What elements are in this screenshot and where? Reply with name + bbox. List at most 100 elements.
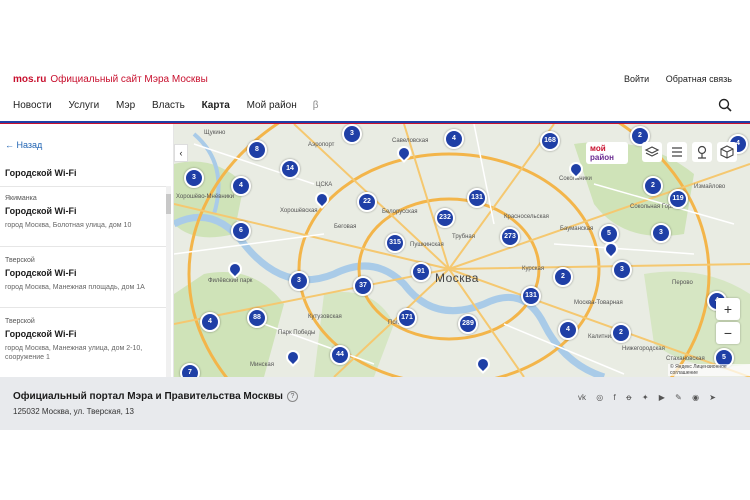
nav-my-district-label: Мой район [246,100,297,111]
footer: Официальный портал Мэра и Правительства … [0,377,750,430]
header: mos.ru Официальный сайт Мэра Москвы Войти… [0,0,750,124]
map-cluster[interactable]: 131 [521,286,541,306]
list-filter-button[interactable] [667,142,687,162]
map-label: Хорошёвская [280,208,318,214]
help-icon[interactable]: ? [286,391,298,402]
map-cluster[interactable]: 88 [247,308,267,328]
item-address: город Москва, Манежная улица, дом 2-10, … [5,345,143,361]
map-cluster[interactable]: 22 [357,192,377,212]
map-label: Красносельская [504,214,549,220]
nav-my-district[interactable]: Мой район β [247,100,333,111]
brand-text[interactable]: Официальный сайт Мэра Москвы [50,74,207,85]
map-cluster[interactable]: 7 [180,363,200,377]
back-link[interactable]: ← Назад [5,140,42,150]
item-name: Городской Wi-Fi [5,268,77,278]
rss-icon[interactable]: ◉ [692,393,699,402]
map-cluster[interactable]: 2 [611,323,631,343]
city-label: Москва [435,271,479,285]
main-nav: Новости Услуги Мэр Власть Карта Мой райо… [13,100,347,111]
map-cluster[interactable]: 37 [353,276,373,296]
map-label: Аэропорт [308,142,335,148]
map-cluster[interactable]: 3 [289,271,309,291]
list-item[interactable]: Якиманка Городской Wi-Fi город Москва, Б… [5,195,163,230]
social-links: vk ◎ f ꝋ ✦ ▶ ✎ ◉ ➤ [570,393,716,402]
nav-news[interactable]: Новости [13,100,52,111]
map-cluster[interactable]: 6 [231,221,251,241]
item-district: Тверской [5,318,35,325]
map-cluster[interactable]: 2 [553,267,573,287]
map-cluster[interactable]: 3 [184,168,204,188]
map-cluster[interactable]: 315 [385,233,405,253]
scrollbar-thumb[interactable] [166,194,171,214]
map-cluster[interactable]: 8 [247,140,267,160]
map-label: Измайлово [694,184,726,190]
livejournal-icon[interactable]: ✎ [675,393,682,402]
divider [0,246,168,247]
telegram-icon[interactable]: ➤ [709,393,716,402]
feedback-link[interactable]: Обратная связь [666,74,732,84]
map-copyright: © Яндекс Лицензионное соглашение [668,364,750,376]
scrollbar-track[interactable] [166,186,171,377]
map-label: Стахановская [666,356,705,362]
moi-raion-logo[interactable]: мой район [586,142,628,164]
search-icon[interactable] [718,98,732,112]
layers-button[interactable] [642,142,662,162]
nav-government[interactable]: Власть [152,100,185,111]
map-cluster[interactable]: 4 [558,320,578,340]
divider [0,186,168,187]
map-label: ЦСКА [316,182,333,188]
map-cluster[interactable]: 3 [342,124,362,144]
nav-mayor[interactable]: Мэр [116,100,135,111]
item-district: Тверской [5,257,35,264]
map-cluster[interactable]: 168 [540,131,560,151]
site-brand[interactable]: mos.ru Официальный сайт Мэра Москвы [13,74,208,85]
item-name: Городской Wi-Fi [5,329,77,339]
map-cluster[interactable]: 232 [435,208,455,228]
collapse-panel-button[interactable]: ‹ [174,144,188,162]
map-cluster[interactable]: 44 [330,345,350,365]
nav-map[interactable]: Карта [202,100,230,111]
top-links: Войти Обратная связь [610,74,732,84]
list-item[interactable]: Тверской Городской Wi-Fi город Москва, М… [5,257,163,292]
youtube-icon[interactable]: ▶ [659,393,665,402]
map-cluster[interactable]: 289 [458,314,478,334]
3d-view-button[interactable] [717,142,737,162]
map-cluster[interactable]: 14 [280,159,300,179]
map-label: Савеловская [392,138,429,144]
map-label: Калитник [588,334,614,340]
facebook-icon[interactable]: f [613,393,615,402]
footer-title-text: Официальный портал Мэра и Правительства … [13,391,283,403]
twitter-icon[interactable]: ✦ [642,393,649,402]
nav-services[interactable]: Услуги [69,100,100,111]
item-address: город Москва, Манежная площадь, дом 1А [5,284,145,291]
odnoklassniki-icon[interactable]: ꝋ [626,393,632,402]
map-cluster[interactable]: 131 [467,188,487,208]
login-link[interactable]: Войти [624,74,649,84]
map-cluster[interactable]: 273 [500,227,520,247]
map-cluster[interactable]: 3 [612,260,632,280]
moi-raion-line2: район [590,153,614,162]
map-label: Москва-Товарная [574,300,623,306]
map-cluster[interactable]: 119 [668,189,688,209]
ok-icon[interactable]: ◎ [596,393,603,402]
map-label: Беговая [334,224,357,230]
map-cluster[interactable]: 4 [444,129,464,149]
map-cluster[interactable]: 2 [643,176,663,196]
moi-raion-line1: мой [590,144,606,153]
results-panel: ← Назад Городской Wi-Fi Якиманка Городск… [0,124,174,377]
map-cluster[interactable]: 171 [397,308,417,328]
map-cluster[interactable]: 4 [231,176,251,196]
item-address: город Москва, Болотная улица, дом 10 [5,222,132,229]
back-label: Назад [16,140,43,150]
map-cluster[interactable]: 91 [411,262,431,282]
map-cluster[interactable]: 4 [200,312,220,332]
zoom-out-button[interactable]: − [716,322,740,344]
zoom-in-button[interactable]: + [716,298,740,320]
map-cluster[interactable]: 3 [651,223,671,243]
item-district: Якиманка [5,195,37,202]
map-canvas[interactable]: Москва Щукино Аэропорт Савеловская Сокол… [174,124,750,377]
brand-site[interactable]: mos.ru [13,74,46,85]
location-button[interactable] [692,142,712,162]
vk-icon[interactable]: vk [578,393,586,402]
list-item[interactable]: Тверской Городской Wi-Fi город Москва, М… [5,318,163,362]
